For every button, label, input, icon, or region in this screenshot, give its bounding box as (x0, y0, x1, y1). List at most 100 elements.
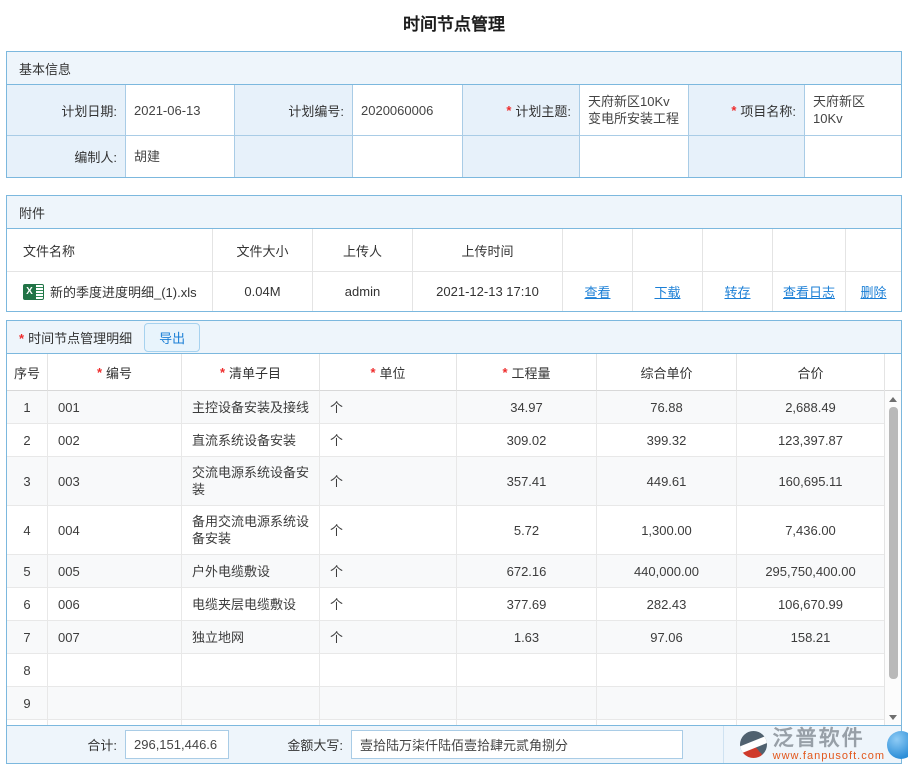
cell-quantity: 357.41 (456, 457, 596, 506)
required-mark (506, 103, 515, 118)
cell-unit: 个 (319, 391, 456, 424)
cell-quantity: 377.69 (456, 588, 596, 621)
attachment-file-size: 0.04M (212, 271, 312, 311)
cell-item: 直流系统设备安装 (181, 424, 319, 457)
cell-unit-price: 449.61 (596, 457, 736, 506)
cell-seq: 4 (7, 506, 47, 555)
download-link[interactable]: 下载 (654, 282, 680, 301)
col-quantity: 工程量 (456, 354, 596, 391)
cell-code: 003 (47, 457, 181, 506)
attachment-row: 新的季度进度明细_(1).xls 0.04M admin 2021-12-13 … (7, 271, 901, 311)
footer-divider (723, 726, 724, 763)
col-uploader: 上传人 (312, 229, 412, 271)
cell-item (181, 687, 319, 720)
basic-info-row-1: 计划日期: 2021-06-13 计划编号: 2020060006 计划主题: … (7, 85, 901, 135)
col-action-empty (702, 229, 772, 271)
detail-table-body: 1 001 主控设备安装及接线 个 34.97 76.88 2,688.49 2… (7, 391, 884, 725)
fanpu-logo-icon (740, 731, 767, 758)
table-row: 3 003 交流电源系统设备安装 个 357.41 449.61 160,695… (7, 457, 884, 506)
scrollbar-thumb[interactable] (889, 407, 898, 679)
attachments-title: 附件 (19, 203, 45, 222)
delete-link[interactable]: 删除 (860, 282, 886, 301)
cell-seq: 8 (7, 654, 47, 687)
cell-total: 295,750,400.00 (736, 555, 884, 588)
cell-item: 独立地网 (181, 621, 319, 654)
excel-file-icon (23, 284, 44, 300)
detail-scrollbar[interactable] (884, 354, 901, 725)
cell-quantity (456, 687, 596, 720)
col-code: 编号 (47, 354, 181, 391)
page-title: 时间节点管理 (6, 6, 902, 51)
col-unit: 单位 (319, 354, 456, 391)
col-total: 合价 (736, 354, 884, 391)
scroll-down-arrow-icon[interactable] (887, 711, 900, 723)
plan-date-label: 计划日期: (7, 85, 125, 135)
amount-words-field: 壹拾陆万柒仟陆佰壹拾肆元贰角捌分 (351, 730, 683, 759)
compiler-value: 胡建 (125, 135, 234, 177)
cell-code: 001 (47, 391, 181, 424)
plan-subject-label: 计划主题: (462, 85, 579, 135)
export-button[interactable]: 导出 (144, 323, 200, 352)
cell-unit-price: 440,000.00 (596, 555, 736, 588)
cell-item: 户外电缆敷设 (181, 555, 319, 588)
table-row: 7 007 独立地网 个 1.63 97.06 158.21 (7, 621, 884, 654)
cell-code: 005 (47, 555, 181, 588)
brand-company-name: 泛普软件 (773, 728, 885, 749)
cell-quantity: 672.16 (456, 555, 596, 588)
basic-info-title: 基本信息 (19, 59, 71, 78)
cell-seq: 7 (7, 621, 47, 654)
col-action-empty (632, 229, 702, 271)
col-file-size: 文件大小 (212, 229, 312, 271)
attachment-upload-time: 2021-12-13 17:10 (412, 271, 562, 311)
cell-code: 004 (47, 506, 181, 555)
attachments-table-header: 文件名称 文件大小 上传人 上传时间 (7, 229, 901, 271)
cell-unit-price: 97.06 (596, 621, 736, 654)
cell-item: 备用交流电源系统设备安装 (181, 506, 319, 555)
cell-unit: 个 (319, 457, 456, 506)
empty-value-cell (579, 135, 688, 177)
cell-quantity (456, 654, 596, 687)
detail-table: 序号 编号 清单子目 单位 工程量 综合单价 合价 1 001 主控设备安装及接… (7, 354, 901, 725)
cell-code: 002 (47, 424, 181, 457)
col-action-empty (562, 229, 632, 271)
brand-website-link[interactable]: www.fanpusoft.com (773, 751, 885, 762)
save-as-link[interactable]: 转存 (724, 282, 750, 301)
required-mark (731, 103, 740, 118)
floating-widget-button[interactable] (887, 731, 908, 759)
detail-table-header: 序号 编号 清单子目 单位 工程量 综合单价 合价 (7, 354, 884, 391)
cell-seq: 6 (7, 588, 47, 621)
compiler-label: 编制人: (7, 135, 125, 177)
scroll-up-arrow-icon[interactable] (887, 393, 900, 405)
cell-code: 006 (47, 588, 181, 621)
cell-total: 7,436.00 (736, 506, 884, 555)
cell-unit-price: 76.88 (596, 391, 736, 424)
cell-quantity: 1.63 (456, 621, 596, 654)
cell-total (736, 687, 884, 720)
col-action-empty (845, 229, 901, 271)
attachments-section: 附件 文件名称 文件大小 上传人 上传时间 新的季度进度明细_(1).xls 0… (6, 195, 902, 312)
col-action-empty (772, 229, 845, 271)
cell-quantity: 34.97 (456, 391, 596, 424)
cell-code: 007 (47, 621, 181, 654)
cell-item: 交流电源系统设备安装 (181, 457, 319, 506)
cell-unit: 个 (319, 555, 456, 588)
view-link[interactable]: 查看 (584, 282, 610, 301)
view-log-link[interactable]: 查看日志 (783, 282, 835, 301)
cell-item (181, 654, 319, 687)
cell-unit: 个 (319, 506, 456, 555)
col-seq: 序号 (7, 354, 47, 391)
cell-item: 电缆夹层电缆敷设 (181, 588, 319, 621)
cell-unit-price: 399.32 (596, 424, 736, 457)
detail-section-title: 时间节点管理明细 (19, 328, 132, 347)
table-row: 4 004 备用交流电源系统设备安装 个 5.72 1,300.00 7,436… (7, 506, 884, 555)
cell-total: 160,695.11 (736, 457, 884, 506)
empty-label-cell (688, 135, 804, 177)
cell-total: 123,397.87 (736, 424, 884, 457)
col-item: 清单子目 (181, 354, 319, 391)
cell-seq: 3 (7, 457, 47, 506)
empty-value-cell (804, 135, 901, 177)
scrollbar-track[interactable] (885, 391, 901, 725)
cell-total: 158.21 (736, 621, 884, 654)
basic-info-header: 基本信息 (7, 52, 901, 85)
col-upload-time: 上传时间 (412, 229, 562, 271)
